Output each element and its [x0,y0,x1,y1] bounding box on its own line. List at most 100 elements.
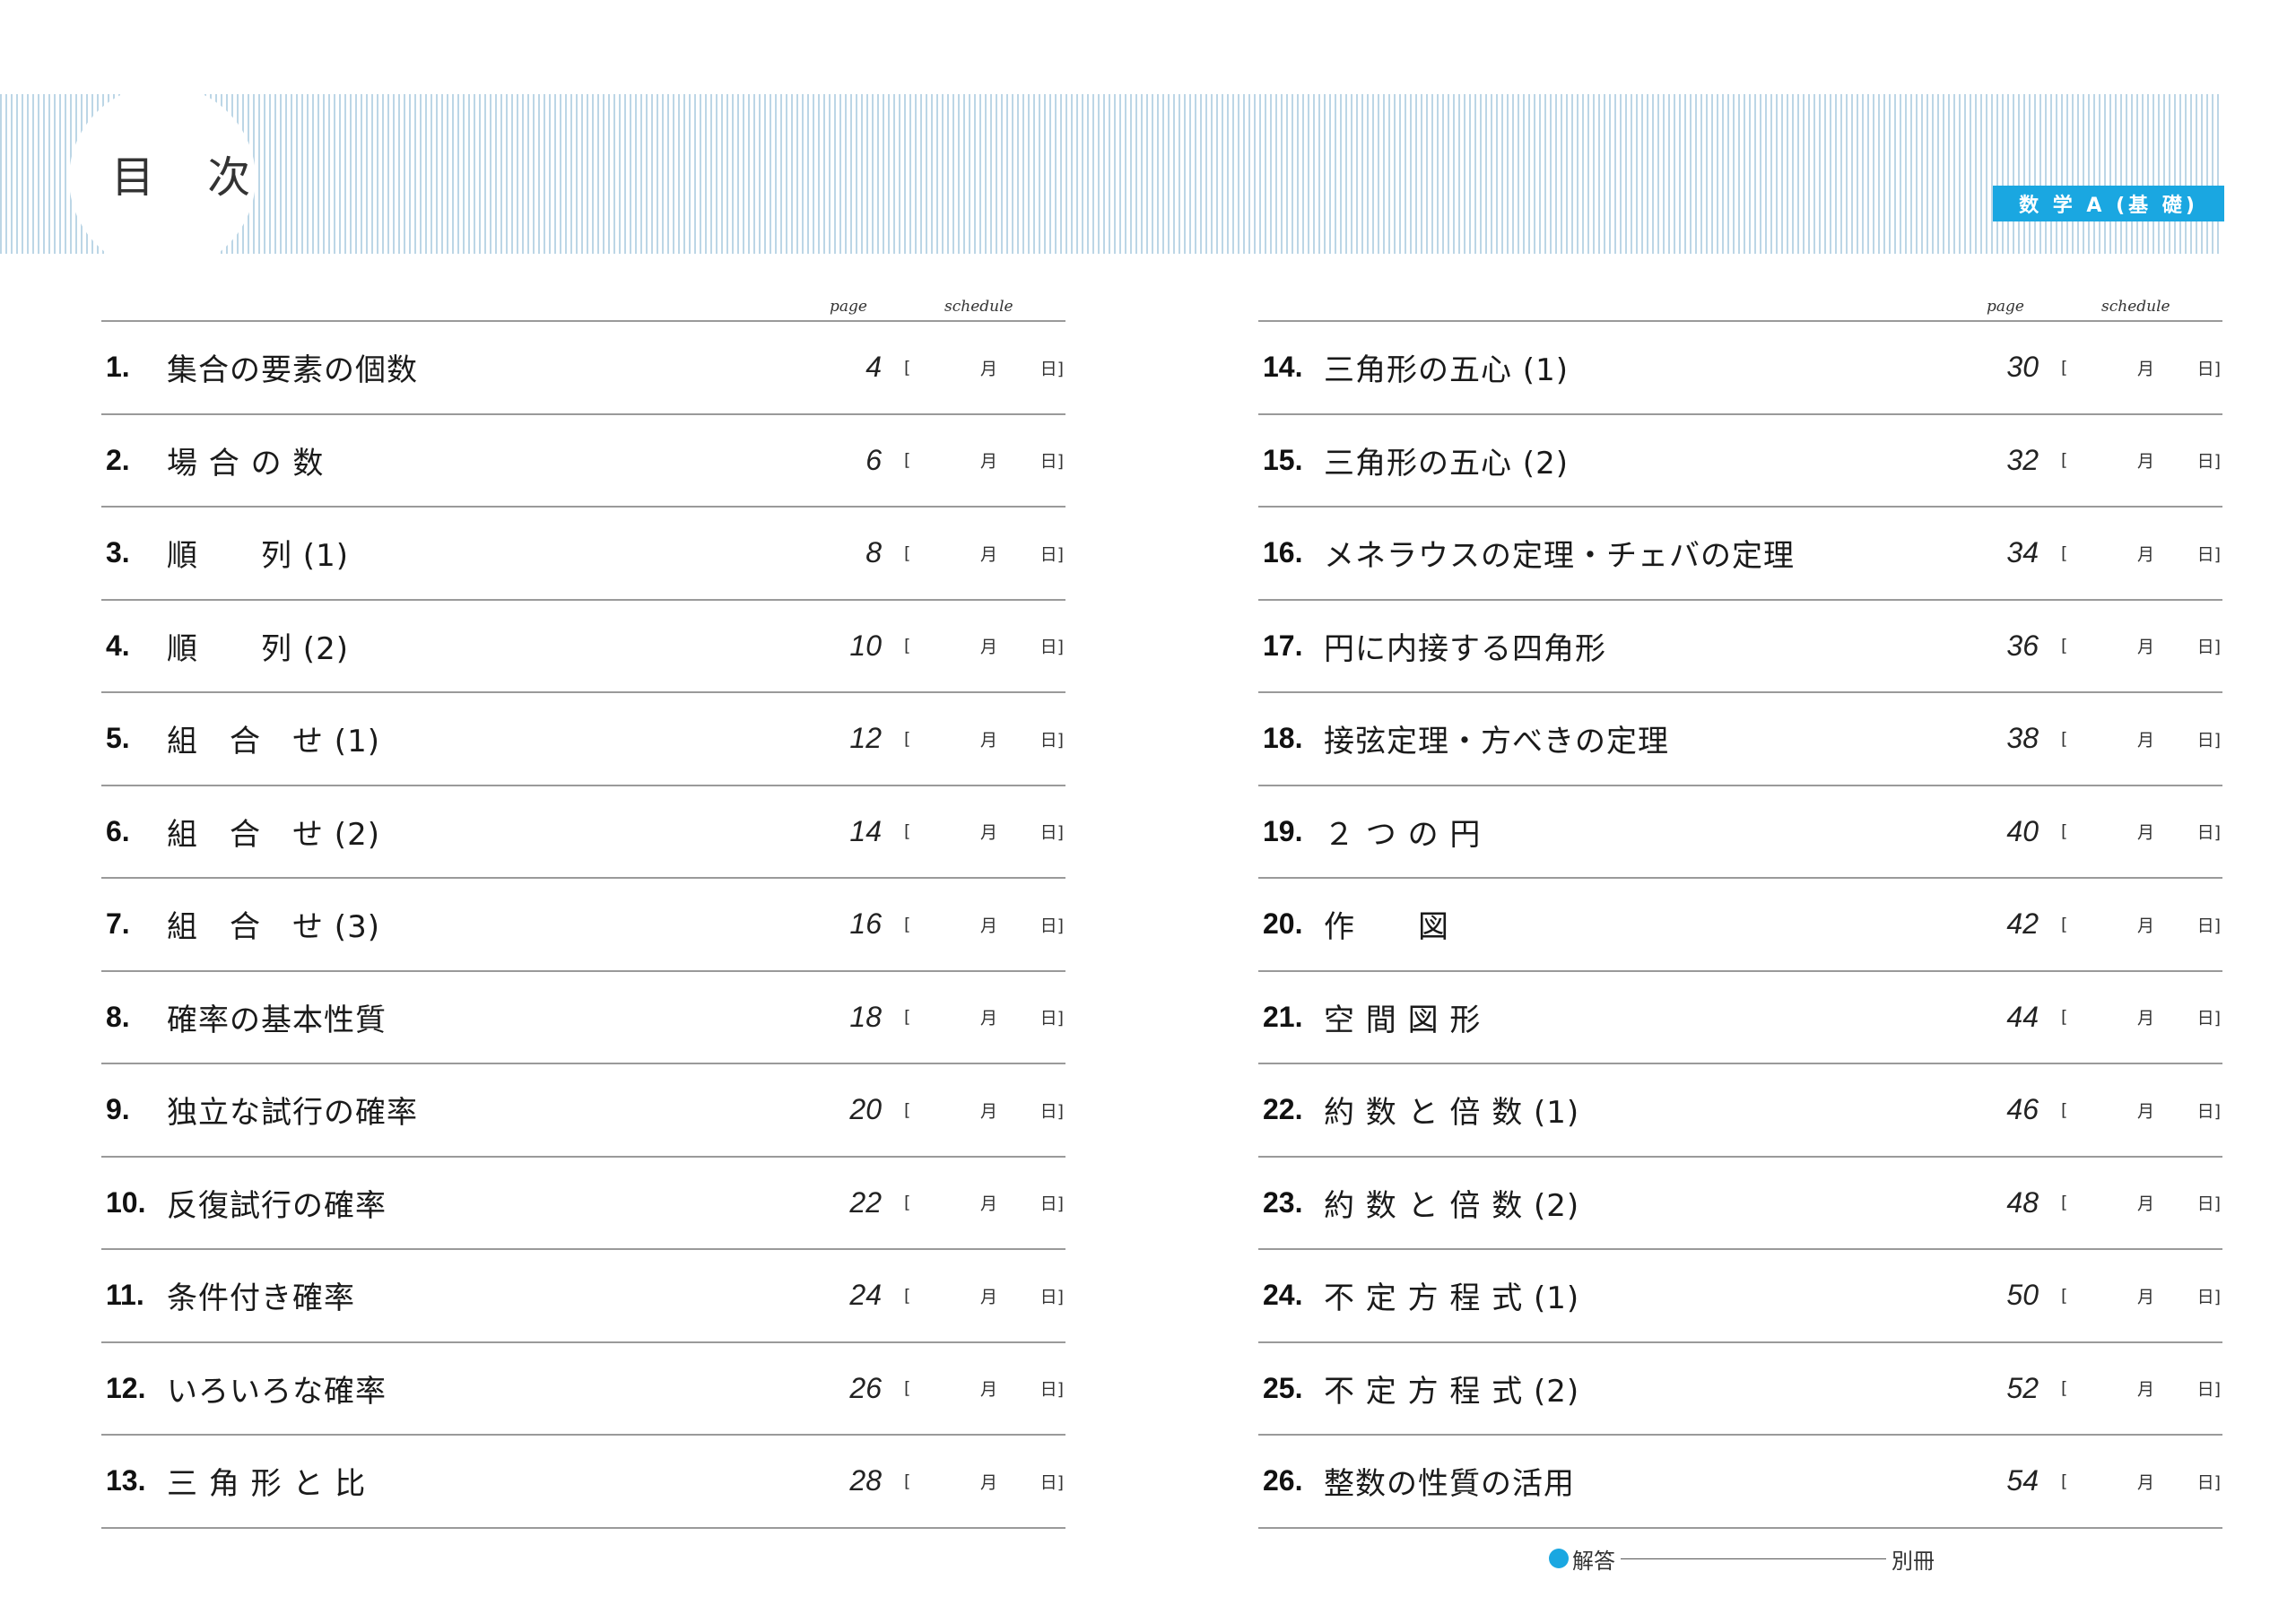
schedule-open-bracket: [ [904,1007,911,1028]
schedule-day: 日] [2196,451,2221,472]
entry-number: 21. [1263,1000,1303,1033]
schedule-open-bracket: [ [904,1099,911,1120]
schedule-field: [月 日] [895,508,1065,599]
entry-page: 30 [2006,351,2039,384]
schedule-day: 日] [1039,1008,1064,1028]
toc-entry: 20. 作 図 42 [月 日] [1258,879,2222,972]
entry-title: 条件付き確率 [167,1280,355,1317]
schedule-month: 月 [980,916,998,936]
schedule-day: 日] [2196,1008,2221,1028]
schedule-day: 日] [2196,1193,2221,1214]
schedule-month: 月 [2137,1379,2155,1400]
schedule-month: 月 [980,822,998,843]
entry-page: 24 [849,1279,882,1312]
toc-entry: 15. 三角形の五心 (2) 32 [月 日] [1258,415,2222,508]
toc-entry: 8. 確率の基本性質 18 [月 日] [101,972,1065,1064]
schedule-day: 日] [2196,1472,2221,1493]
entry-number: 10. [106,1185,146,1219]
schedule-field: [月 日] [895,322,1065,413]
toc-column-left: page schedule 1. 集合の要素の個数 4[月日] 2. 場 合 の 数 6[… [101,296,1065,1529]
toc-entry: 14. 三角形の五心 (1) 30 [月 日] [1258,322,2222,415]
schedule-field: [月 日] [2052,786,2222,878]
schedule-day: 日] [1039,822,1064,843]
entry-page: 52 [2006,1371,2039,1404]
schedule-day: 日] [1039,1472,1064,1493]
entry-title: 反復試行の確率 [167,1187,387,1224]
schedule-field: [月 日] [895,879,1065,970]
schedule-month: 月 [980,730,998,751]
entry-page: 36 [2006,629,2039,662]
entry-page: 10 [849,629,882,662]
schedule-field: [月 日] [895,972,1065,1063]
entry-page: 38 [2006,722,2039,755]
schedule-field: [ 月 日] [2052,601,2222,692]
entry-title: 場 合 の 数 [167,445,325,482]
entry-number: 13. [106,1464,146,1497]
entry-title: 不 定 方 程 式 (1) [1324,1280,1580,1317]
entry-page: 18 [849,1000,882,1033]
schedule-open-bracket: [ [2061,1099,2068,1120]
schedule-open-bracket: [ [2061,636,2068,656]
answer-label: 解答 [1572,1548,1615,1574]
schedule-day: 日] [1039,730,1064,751]
schedule-day: 日] [1039,451,1064,472]
schedule-day: 日] [1039,1101,1064,1122]
schedule-month: 月 [980,1287,998,1307]
schedule-month: 月 [2137,451,2155,472]
schedule-open-bracket: [ [2061,450,2068,471]
entry-title: 三角形の五心 (1) [1324,352,1569,389]
toc-entry: 9. 独立な試行の確率 20 [月 日] [101,1064,1065,1158]
schedule-field: [月 日] [2052,972,2222,1063]
entry-page: 42 [2006,907,2039,941]
schedule-day: 日] [2196,637,2221,657]
schedule-open-bracket: [ [904,357,911,378]
toc-entry: 16. メネラウスの定理・チェバの定理 34 [月 日] [1258,508,2222,601]
entry-page: 32 [2006,443,2039,476]
entry-title: 三角形の五心 (2) [1324,445,1569,482]
entry-page: 12 [849,722,882,755]
schedule-open-bracket: [ [904,542,911,563]
schedule-field: [月 日] [2052,508,2222,599]
schedule-day: 日] [1039,544,1064,565]
entry-title: 不 定 方 程 式 (2) [1324,1373,1580,1410]
entry-number: 23. [1263,1185,1303,1219]
schedule-month: 月 [980,637,998,657]
schedule-open-bracket: [ [2061,914,2068,934]
entry-number: 18. [1263,722,1303,755]
schedule-open-bracket: [ [904,1378,911,1399]
entry-number: 19. [1263,814,1303,847]
toc-entry: 3. 順 列 (1) 8 [月 日] [101,508,1065,601]
entry-title: 空 間 図 形 [1324,1002,1482,1038]
entry-page: 46 [2006,1093,2039,1126]
page-title: 目 次 [111,152,271,203]
schedule-month: 月 [2137,637,2155,657]
entry-page: 16 [849,907,882,941]
schedule-day: 日] [2196,359,2221,379]
entry-number: 14. [1263,351,1303,384]
entry-number: 25. [1263,1371,1303,1404]
toc-entry: 12. いろいろな確率 26 [月 日] [101,1343,1065,1436]
schedule-open-bracket: [ [904,636,911,656]
entry-title: 整数の性質の活用 [1324,1466,1575,1503]
entry-title: 順 列 (2) [167,630,349,667]
toc-entry: 24. 不 定 方 程 式 (1) 50 [月 日] [1258,1250,2222,1343]
entry-page: 54 [2006,1464,2039,1497]
schedule-day: 日] [1039,1193,1064,1214]
entry-page: 40 [2006,814,2039,847]
schedule-open-bracket: [ [2061,821,2068,842]
entry-number: 17. [1263,629,1303,662]
schedule-open-bracket: [ [904,914,911,934]
entry-title: 約 数 と 倍 数 (1) [1324,1095,1580,1132]
toc-entry: 19. ２ つ の 円 40 [月 日] [1258,786,2222,879]
schedule-open-bracket: [ [2061,1285,2068,1306]
schedule-field: [月 日] [895,415,1065,507]
entry-number: 8. [106,1000,130,1033]
entry-number: 11. [106,1279,144,1312]
schedule-field: [月 日] [2052,1158,2222,1249]
schedule-open-bracket: [ [2061,542,2068,563]
toc-entry: 23. 約 数 と 倍 数 (2) 48 [月 日] [1258,1158,2222,1250]
entry-page: 20 [849,1093,882,1126]
schedule-month: 月 [980,1101,998,1122]
toc-entry: 22. 約 数 と 倍 数 (1) 46 [月 日] [1258,1064,2222,1158]
schedule-field: [月 日] [2052,879,2222,970]
